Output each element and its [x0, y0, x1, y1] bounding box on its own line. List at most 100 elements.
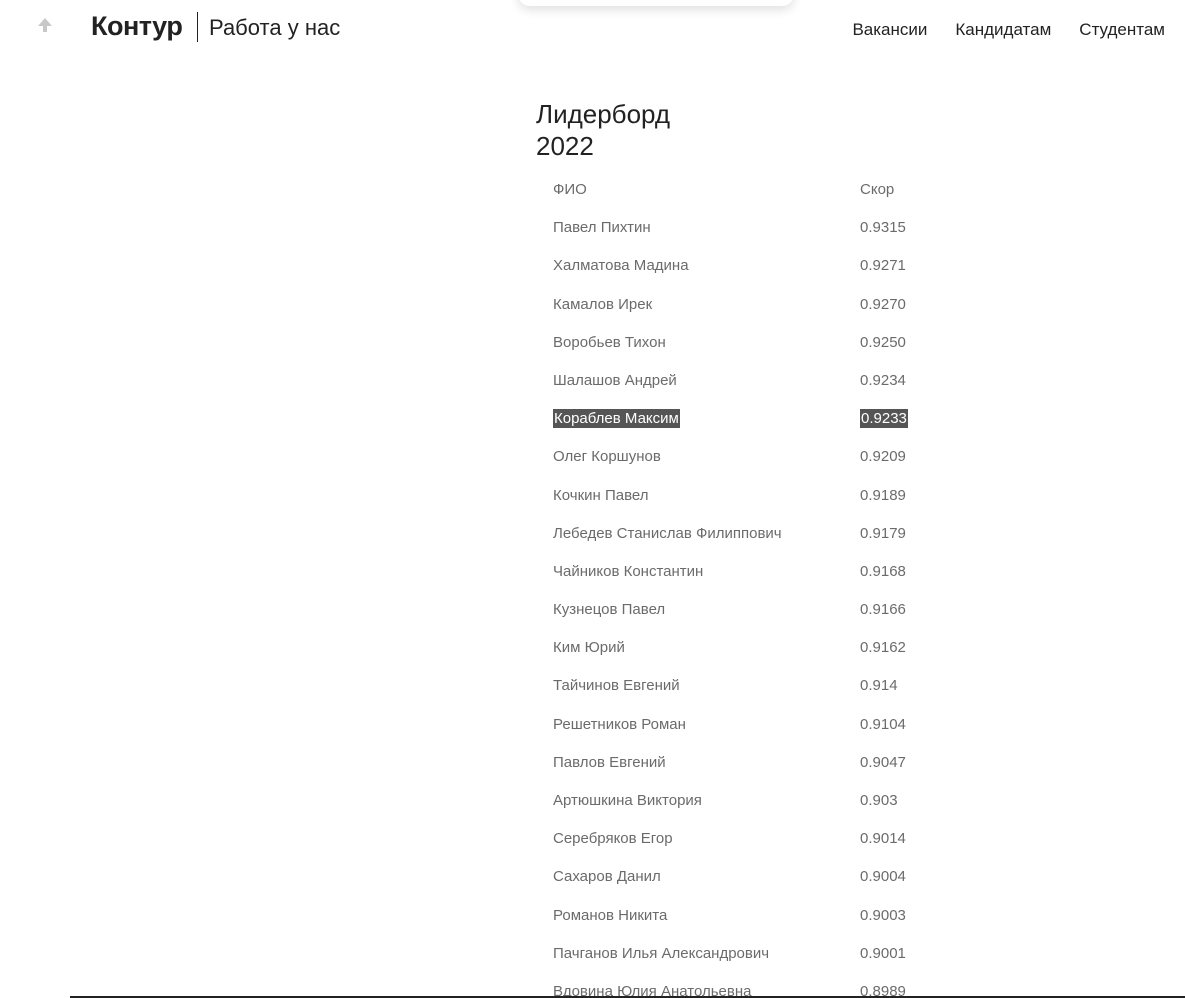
row-score: 0.9004: [860, 868, 906, 885]
header: Контур Работа у нас Вакансии Кандидатам …: [0, 0, 1185, 60]
arrow-up-icon[interactable]: [36, 16, 54, 34]
row-score: 0.9001: [860, 945, 906, 962]
row-name-text: Тайчинов Евгений: [553, 677, 680, 695]
row-name: Кочкин Павел: [553, 487, 648, 504]
table-row: Халматова Мадина 0.9271: [553, 246, 973, 284]
row-name: Кораблев Максим: [553, 409, 680, 429]
table-row: Кочкин Павел 0.9189: [553, 476, 973, 514]
row-name: Решетников Роман: [553, 716, 686, 733]
row-score-text: 0.9234: [860, 371, 906, 389]
row-score: 0.9166: [860, 601, 906, 618]
nav-candidates[interactable]: Кандидатам: [955, 20, 1051, 40]
row-score-text: 0.903: [860, 792, 898, 809]
row-score-text: 0.9315: [860, 219, 906, 237]
row-name-text: Серебряков Егор: [553, 830, 673, 848]
row-name-text: Кочкин Павел: [553, 486, 649, 504]
row-name: Тайчинов Евгений: [553, 677, 680, 694]
row-score: 0.9189: [860, 487, 906, 504]
row-name: Шалашов Андрей: [553, 372, 677, 389]
row-score: 0.9315: [860, 219, 906, 236]
row-score-text: 0.9168: [860, 562, 906, 580]
row-name: Артюшкина Виктория: [553, 792, 702, 809]
row-score: 0.9162: [860, 639, 906, 656]
row-name: Кузнецов Павел: [553, 601, 665, 618]
logo[interactable]: Контур: [91, 11, 183, 42]
row-name-text: Шалашов Андрей: [553, 371, 677, 389]
row-name-text: Лебедев Станислав Филиппович: [553, 524, 782, 542]
nav-vacancies[interactable]: Вакансии: [852, 20, 927, 40]
table-body: Павел Пихтин 0.9315 Халматова Мадина 0.9271…: [553, 208, 973, 998]
row-score: 0.9168: [860, 563, 906, 580]
row-name: Халматова Мадина: [553, 257, 689, 274]
row-name: Лебедев Станислав Филиппович: [553, 525, 782, 542]
row-name-text: Кузнецов Павел: [553, 601, 666, 619]
row-score: 0.9179: [860, 525, 906, 542]
row-name-text: Павел Пихтин: [553, 219, 651, 237]
row-score-text: 0.9104: [860, 715, 906, 733]
logo-divider: [197, 12, 198, 42]
table-row: Павлов Евгений 0.9047: [553, 743, 973, 781]
row-name-text: Сахаров Данил: [553, 868, 661, 886]
row-score: 0.9014: [860, 830, 906, 847]
row-score: 0.9271: [860, 257, 906, 274]
row-score: 0.9233: [860, 409, 908, 429]
row-score-text: 0.9001: [860, 944, 906, 962]
row-name: Романов Никита: [553, 907, 667, 924]
main-nav: Вакансии Кандидатам Студентам: [852, 20, 1165, 40]
page-title: Лидерборд 2022: [536, 98, 670, 162]
row-score-text: 0.9162: [860, 639, 906, 657]
row-name-text: Пачганов Илья Александрович: [553, 944, 770, 962]
table-row: Кузнецов Павел 0.9166: [553, 590, 973, 628]
row-score-text: 0.9209: [860, 448, 906, 466]
table-row: Воробьев Тихон 0.9250: [553, 323, 973, 361]
row-name-text: Кораблев Максим: [553, 409, 680, 429]
row-name: Олег Коршунов: [553, 448, 661, 465]
table-row: Шалашов Андрей 0.9234: [553, 361, 973, 399]
row-score-text: 0.9003: [860, 906, 906, 924]
row-score: 0.9047: [860, 754, 906, 771]
row-score-text: 0.9233: [860, 409, 908, 429]
row-score-text: 0.9004: [860, 868, 906, 886]
table-row: Решетников Роман 0.9104: [553, 705, 973, 743]
row-name-text: Решетников Роман: [553, 715, 686, 733]
row-name-text: Ким Юрий: [553, 639, 625, 657]
page-title-line1: Лидерборд: [536, 99, 671, 130]
row-name-text: Чайников Константин: [553, 562, 704, 580]
leaderboard-table: ФИО Скор Павел Пихтин 0.9315 Халматова Мад…: [553, 170, 973, 998]
table-row: Ким Юрий 0.9162: [553, 628, 973, 666]
row-name-text: Павлов Евгений: [553, 753, 666, 771]
table-row: Камалов Ирек 0.9270: [553, 285, 973, 323]
section-title[interactable]: Работа у нас: [209, 15, 340, 41]
column-header-score: Скор: [860, 181, 895, 198]
row-score-text: 0.9250: [860, 333, 906, 351]
table-row: Чайников Константин 0.9168: [553, 552, 973, 590]
page: Контур Работа у нас Вакансии Кандидатам …: [0, 0, 1185, 998]
table-row: Олег Коршунов 0.9209: [553, 437, 973, 475]
row-score-text: 0.9189: [860, 486, 906, 504]
table-row: Пачганов Илья Александрович 0.9001: [553, 934, 973, 972]
row-name-text: Халматова Мадина: [553, 257, 689, 275]
table-row: Артюшкина Виктория 0.903: [553, 781, 973, 819]
table-row: Лебедев Станислав Филиппович 0.9179: [553, 514, 973, 552]
nav-students[interactable]: Студентам: [1079, 20, 1165, 40]
table-header: ФИО Скор: [553, 170, 973, 208]
table-row: Вдовина Юлия Анатольевна 0.8989: [553, 972, 973, 998]
row-score-text: 0.9047: [860, 753, 906, 771]
row-score-text: 0.9166: [860, 601, 906, 619]
row-score: 0.903: [860, 792, 898, 809]
row-name: Серебряков Егор: [553, 830, 673, 847]
row-score-text: 0.9014: [860, 830, 906, 848]
column-header-name: ФИО: [553, 181, 587, 198]
table-row: Тайчинов Евгений 0.914: [553, 666, 973, 704]
row-name: Пачганов Илья Александрович: [553, 945, 769, 962]
table-row: Серебряков Егор 0.9014: [553, 819, 973, 857]
row-score: 0.9003: [860, 907, 906, 924]
row-name: Воробьев Тихон: [553, 334, 666, 351]
row-name-text: Артюшкина Виктория: [553, 792, 702, 809]
row-name-text: Олег Коршунов: [553, 448, 661, 466]
row-name: Ким Юрий: [553, 639, 625, 656]
row-name: Чайников Константин: [553, 563, 703, 580]
table-row: Сахаров Данил 0.9004: [553, 857, 973, 895]
row-score-text: 0.914: [860, 677, 898, 695]
row-name: Павел Пихтин: [553, 219, 651, 236]
